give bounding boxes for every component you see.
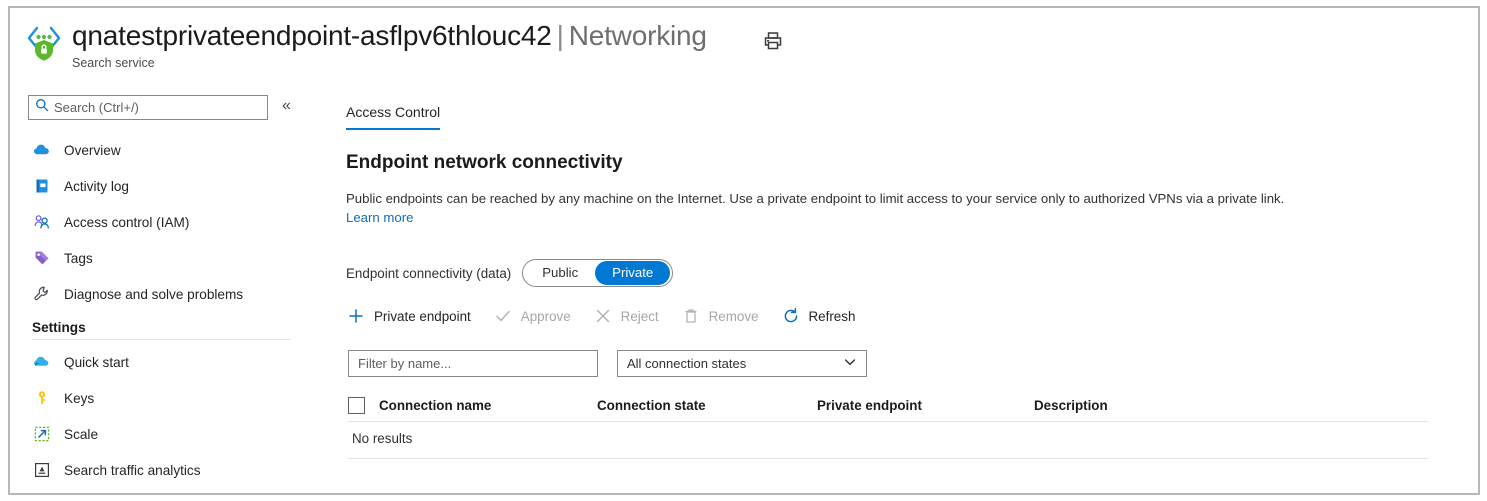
sidebar-item-search-traffic-analytics[interactable]: Search traffic analytics [10, 452, 320, 488]
sidebar-item-label: Overview [64, 143, 121, 158]
tab-strip: Access Control [346, 104, 440, 130]
column-header-connection-state: Connection state [597, 398, 817, 413]
search-icon [35, 98, 49, 117]
approve-button[interactable]: Approve [493, 306, 571, 326]
sidebar-item-diagnose[interactable]: Diagnose and solve problems [10, 276, 320, 312]
cloud-icon [32, 140, 52, 160]
sidebar-item-label: Keys [64, 391, 94, 406]
sidebar-divider [32, 339, 290, 340]
sidebar-item-quick-start[interactable]: Quick start [10, 344, 320, 380]
blade-sidebar: « Overview [10, 84, 320, 495]
learn-more-link[interactable]: Learn more [346, 208, 413, 227]
search-service-shield-icon [24, 22, 64, 64]
refresh-icon [781, 306, 801, 326]
quick-start-cloud-icon [32, 352, 52, 372]
refresh-button[interactable]: Refresh [781, 306, 856, 326]
sidebar-nav: Overview Activity log [10, 132, 320, 488]
search-box[interactable] [28, 95, 268, 120]
analytics-icon [32, 460, 52, 480]
chevron-down-icon [843, 355, 857, 372]
chevron-double-left-icon[interactable]: « [282, 98, 291, 114]
tag-icon [32, 248, 52, 268]
table-header-row: Connection name Connection state Private… [348, 389, 1428, 421]
resource-name: qnatestprivateendpoint-asflpv6thlouc42 [72, 20, 552, 51]
command-label: Reject [621, 309, 659, 324]
sidebar-item-label: Tags [64, 251, 93, 266]
sidebar-search [28, 95, 268, 120]
sidebar-item-label: Search traffic analytics [64, 463, 201, 478]
connection-state-value: All connection states [627, 356, 746, 371]
title-separator: | [552, 20, 569, 51]
sidebar-item-activity-log[interactable]: Activity log [10, 168, 320, 204]
blade-header: qnatestprivateendpoint-asflpv6thlouc42|N… [10, 8, 1478, 80]
toggle-option-private[interactable]: Private [595, 261, 670, 285]
table-header-divider [348, 421, 1428, 422]
sidebar-item-label: Quick start [64, 355, 129, 370]
endpoint-connectivity-label: Endpoint connectivity (data) [346, 266, 511, 281]
command-bar: Private endpoint Approve Reject [346, 306, 877, 326]
command-label: Approve [521, 309, 571, 324]
endpoint-connectivity-control: Endpoint connectivity (data) Public Priv… [346, 259, 673, 287]
blade-section-name: Networking [569, 20, 707, 51]
check-icon [493, 306, 513, 326]
select-all-checkbox[interactable] [348, 397, 365, 414]
print-icon[interactable] [762, 30, 796, 60]
table-footer-divider [348, 458, 1428, 459]
command-label: Private endpoint [374, 309, 471, 324]
cross-icon [593, 306, 613, 326]
sidebar-item-label: Access control (IAM) [64, 215, 189, 230]
table-empty-message: No results [352, 431, 412, 446]
sidebar-item-keys[interactable]: Keys [10, 380, 320, 416]
section-heading: Endpoint network connectivity [346, 152, 623, 174]
toggle-option-public[interactable]: Public [525, 261, 595, 285]
connection-state-select[interactable]: All connection states [617, 350, 867, 377]
portal-blade: qnatestprivateendpoint-asflpv6thlouc42|N… [8, 6, 1480, 495]
remove-button[interactable]: Remove [681, 306, 759, 326]
people-icon [32, 212, 52, 232]
blade-content: Access Control Endpoint network connecti… [342, 84, 1478, 493]
wrench-icon [32, 284, 52, 304]
sidebar-item-overview[interactable]: Overview [10, 132, 320, 168]
column-header-private-endpoint: Private endpoint [817, 398, 1034, 413]
activity-log-icon [32, 176, 52, 196]
section-description: Public endpoints can be reached by any m… [346, 189, 1411, 227]
scale-icon [32, 424, 52, 444]
filter-row: All connection states [348, 350, 867, 377]
sidebar-item-label: Scale [64, 427, 98, 442]
sidebar-group-settings: Settings [10, 320, 320, 335]
page-title: qnatestprivateendpoint-asflpv6thlouc42|N… [72, 20, 707, 52]
trash-icon [681, 306, 701, 326]
reject-button[interactable]: Reject [593, 306, 659, 326]
command-label: Refresh [809, 309, 856, 324]
column-header-connection-name: Connection name [379, 398, 597, 413]
search-input[interactable] [49, 99, 267, 116]
sidebar-item-label: Activity log [64, 179, 129, 194]
plus-icon [346, 306, 366, 326]
service-type-subtitle: Search service [72, 56, 155, 70]
sidebar-item-scale[interactable]: Scale [10, 416, 320, 452]
key-icon [32, 388, 52, 408]
tab-access-control[interactable]: Access Control [346, 104, 440, 130]
column-header-description: Description [1034, 398, 1108, 413]
filter-by-name-input[interactable] [348, 350, 598, 377]
sidebar-item-label: Diagnose and solve problems [64, 287, 243, 302]
command-label: Remove [709, 309, 759, 324]
add-private-endpoint-button[interactable]: Private endpoint [346, 306, 471, 326]
connectivity-toggle-group: Public Private [522, 259, 673, 287]
sidebar-item-tags[interactable]: Tags [10, 240, 320, 276]
sidebar-item-access-control[interactable]: Access control (IAM) [10, 204, 320, 240]
description-text: Public endpoints can be reached by any m… [346, 191, 1284, 206]
